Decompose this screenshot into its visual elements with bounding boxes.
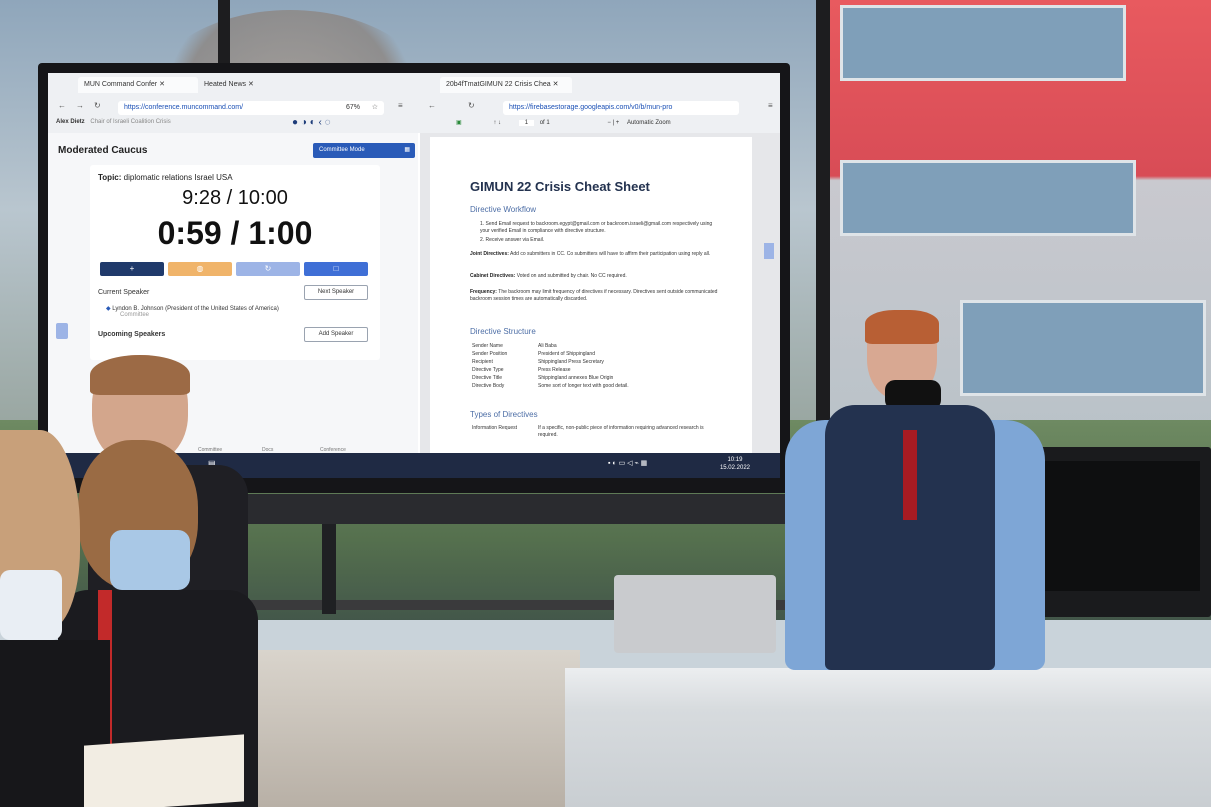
cabinet-directives: Cabinet Directives: Voted on and submitt… bbox=[470, 273, 627, 279]
user-name: Alex Dietz bbox=[56, 119, 85, 125]
table-row: Sender Position President of Shippingland bbox=[472, 351, 595, 357]
back-icon[interactable]: ← bbox=[428, 101, 436, 110]
workflow-step-1: 1. Send Email request to backroom.egypt@… bbox=[480, 221, 713, 234]
page-title: Moderated Caucus bbox=[58, 145, 148, 156]
tray-icons[interactable]: ▪ ◐ ▭ ◁ ⌁ ▦ bbox=[608, 459, 647, 467]
page-count: of 1 bbox=[539, 120, 550, 126]
grid-icon: ▦ bbox=[404, 147, 410, 153]
table-row: Sender Name Ali Baba bbox=[472, 343, 557, 349]
stop-button[interactable]: □ bbox=[304, 262, 368, 276]
laptop bbox=[614, 575, 776, 653]
toggle-icons[interactable]: ● ◑ ◐ ‹ ◌ bbox=[292, 117, 331, 128]
stop-icon: □ bbox=[333, 264, 339, 273]
add-time-button[interactable]: + bbox=[100, 262, 164, 276]
timer-card: Topic: diplomatic relations Israel USA 9… bbox=[90, 165, 380, 360]
zoom-select[interactable]: Automatic Zoom bbox=[627, 120, 671, 126]
taskbar-clock[interactable]: 10:19 15.02.2022 bbox=[720, 456, 750, 472]
building-window bbox=[840, 5, 1126, 81]
browser-chrome: MUN Command Confer ✕ Heated News ✕ 20b4f… bbox=[48, 73, 780, 133]
topic-line: Topic: diplomatic relations Israel USA bbox=[98, 173, 233, 182]
face-mask bbox=[110, 530, 190, 590]
page-number-input[interactable]: 1 bbox=[518, 120, 535, 126]
menu-icon[interactable]: ≡ bbox=[768, 101, 773, 110]
workflow-heading: Directive Workflow bbox=[470, 205, 537, 214]
current-speaker: ◆ Lyndon B. Johnson (President of the Un… bbox=[106, 306, 279, 318]
pause-button[interactable]: ◍ bbox=[168, 262, 232, 276]
reset-icon: ↻ bbox=[264, 264, 272, 273]
add-speaker-button[interactable]: Add Speaker bbox=[304, 327, 368, 342]
plus-icon: + bbox=[129, 264, 135, 273]
tab-crisis-cheat-sheet[interactable]: 20b4fTmatGIMUN 22 Crisis Chea ✕ bbox=[440, 77, 572, 93]
total-timer: 9:28 / 10:00 bbox=[182, 187, 288, 209]
reload-icon[interactable]: ↻ bbox=[468, 101, 475, 110]
reset-button[interactable]: ↻ bbox=[236, 262, 300, 276]
committee-mode-button[interactable]: Committee Mode ▦ bbox=[313, 143, 415, 158]
speaker-avatar-icon: ◆ bbox=[106, 306, 111, 312]
desk-right bbox=[565, 668, 1211, 807]
forward-icon[interactable]: → bbox=[76, 101, 84, 110]
workflow-step-2: 2. Receive answer via Email. bbox=[480, 237, 545, 243]
back-icon[interactable]: ← bbox=[58, 101, 66, 110]
person-standing-right bbox=[785, 310, 1055, 670]
tab-heated-news[interactable]: Heated News ✕ bbox=[198, 77, 310, 93]
url-bar-left[interactable]: https://conference.muncommand.com/ 67% ☆ bbox=[118, 101, 384, 115]
app-user-bar: Alex Dietz Chair of Israeli Coalition Cr… bbox=[56, 117, 416, 133]
tv-stand bbox=[322, 524, 336, 614]
collapse-handle[interactable] bbox=[56, 323, 68, 339]
zoom-level[interactable]: 67% bbox=[346, 101, 360, 115]
table-row: Directive Type Press Release bbox=[472, 367, 571, 373]
menu-icon[interactable]: ≡ bbox=[398, 101, 403, 110]
photo-scene: MUN Command Confer ✕ Heated News ✕ 20b4f… bbox=[0, 0, 1211, 807]
tab-mun-command[interactable]: MUN Command Confer ✕ bbox=[78, 77, 198, 93]
tv-bottom-bezel bbox=[213, 494, 785, 524]
scroll-handle[interactable] bbox=[764, 243, 774, 259]
page-up-icon[interactable]: ↑ ↓ bbox=[493, 120, 501, 126]
face-mask bbox=[0, 570, 62, 640]
joint-directives: Joint Directives: Add co submitters in C… bbox=[470, 251, 711, 257]
zoom-out-icon[interactable]: − | + bbox=[607, 120, 619, 126]
current-speaker-label: Current Speaker bbox=[98, 289, 150, 296]
frequency: Frequency: The backroom may limit freque… bbox=[470, 289, 718, 302]
notebook bbox=[84, 734, 244, 807]
structure-heading: Directive Structure bbox=[470, 327, 536, 336]
user-role: Chair of Israeli Coalition Crisis bbox=[90, 119, 171, 125]
building-window bbox=[840, 160, 1136, 236]
pdf-title: GIMUN 22 Crisis Cheat Sheet bbox=[470, 179, 650, 194]
reload-icon[interactable]: ↻ bbox=[94, 101, 101, 110]
next-speaker-button[interactable]: Next Speaker bbox=[304, 285, 368, 300]
info-request-row: Information Request If a specific, non-pu… bbox=[472, 425, 704, 438]
pdf-page: GIMUN 22 Crisis Cheat Sheet Directive Wo… bbox=[430, 137, 752, 453]
directive-structure-table: Sender Name Ali Baba Sender Position Presi… bbox=[472, 342, 629, 390]
table-row: Directive Body Some sort of longer text w… bbox=[472, 383, 629, 389]
types-heading: Types of Directives bbox=[470, 410, 538, 419]
url-bar-right[interactable]: https://firebasestorage.googleapis.com/v… bbox=[503, 101, 739, 115]
sidebar-icon[interactable]: ▣ bbox=[456, 120, 462, 126]
pdf-toolbar: ▣ ↑ ↓ 1 of 1 − | + Automatic Zoom bbox=[456, 119, 776, 133]
pdf-viewer-pane: GIMUN 22 Crisis Cheat Sheet Directive Wo… bbox=[420, 133, 780, 453]
table-row: Recipient Shippingland Press Secretary bbox=[472, 359, 604, 365]
star-icon[interactable]: ☆ bbox=[372, 101, 378, 115]
table-row: Directive Title Shippingland annexes Blue… bbox=[472, 375, 614, 381]
speaker-timer: 0:59 / 1:00 bbox=[157, 215, 313, 251]
pause-icon: ◍ bbox=[196, 264, 204, 273]
upcoming-speakers-label: Upcoming Speakers bbox=[98, 331, 166, 338]
